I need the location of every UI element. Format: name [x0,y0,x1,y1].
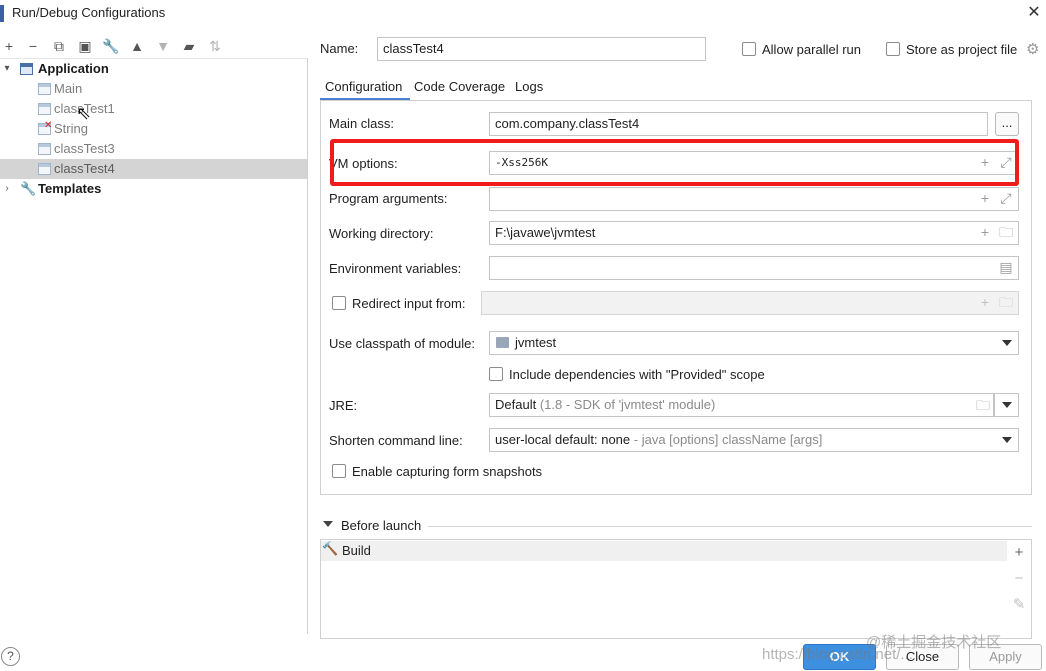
main-class-label: Main class: [329,116,395,131]
move-down-icon[interactable]: ▼ [154,37,172,55]
program-args-input[interactable] [489,187,1019,211]
shorten-hint: - java [options] className [args] [633,432,823,447]
chevron-down-icon [1002,437,1012,443]
env-vars-input[interactable] [489,256,1019,280]
wrench-icon: 🔧 [20,181,37,196]
application-icon [20,63,33,75]
expand-icon[interactable]: ⤢ [998,190,1014,206]
shorten-select[interactable]: user-local default: none - java [options… [489,428,1019,452]
list-item[interactable]: 🔨 Build [321,541,1007,561]
jre-value: Default [495,397,537,412]
working-dir-label: Working directory: [329,226,434,241]
include-deps-label: Include dependencies with "Provided" sco… [509,367,765,382]
add-icon[interactable]: + [977,224,993,240]
tab-code-coverage[interactable]: Code Coverage [414,79,505,94]
redirect-input-label: Redirect input from: [352,296,466,311]
tree-item-classtest3[interactable]: classTest3 [0,139,307,159]
tree-label: Main [54,81,83,96]
store-project-checkbox[interactable] [886,42,900,56]
tab-logs[interactable]: Logs [515,79,543,94]
class-config-icon [38,103,51,115]
store-project-label: Store as project file [906,42,1018,57]
class-config-icon [38,143,51,155]
main-class-input[interactable]: com.company.classTest4 [489,112,988,136]
capture-snapshots-label: Enable capturing form snapshots [352,464,543,479]
remove-task-button[interactable]: − [1008,568,1030,590]
tree-node-templates[interactable]: › 🔧 Templates [0,179,307,199]
section-divider [428,526,1032,527]
redirect-input-checkbox[interactable] [332,296,346,310]
gear-icon[interactable]: ⚙ [1026,40,1039,58]
jre-dropdown[interactable] [994,393,1019,417]
chevron-right-icon[interactable]: › [1,179,13,199]
add-task-button[interactable]: + [1008,542,1030,564]
classpath-select[interactable]: jvmtest [489,331,1019,355]
shorten-value: user-local default: none [495,432,631,447]
edit-task-icon[interactable]: ✎ [1008,594,1030,616]
program-args-label: Program arguments: [329,191,448,206]
jre-hint: (1.8 - SDK of 'jvmtest' module) [539,397,716,412]
move-up-icon[interactable]: ▲ [128,37,146,55]
name-label: Name: [320,41,359,56]
wrench-icon[interactable]: 🔧 [102,37,120,55]
class-config-icon [38,83,51,95]
remove-icon[interactable]: − [24,37,42,55]
chevron-down-icon [1002,340,1012,346]
mouse-cursor-icon: ⇖ [76,103,92,123]
include-deps-checkbox[interactable] [489,367,503,381]
build-icon: 🔨 [322,541,339,556]
tree-item-string[interactable]: ✕ String [0,119,307,139]
folder-icon[interactable]: 🗀 [998,224,1014,240]
sort-icon[interactable]: ⇅ [206,37,224,55]
jre-label: JRE: [329,398,358,413]
chevron-down-icon [1002,402,1012,408]
help-button[interactable]: ? [1,647,20,666]
new-folder-icon[interactable]: ▰ [180,37,198,55]
tree-item-main[interactable]: Main [0,79,307,99]
tree-item-classtest4[interactable]: classTest4 [0,159,307,179]
add-icon[interactable]: + [977,190,993,206]
watermark-brand: @稀土掘金技术社区 [866,634,1002,651]
window-title: Run/Debug Configurations [12,5,166,20]
chevron-down-icon[interactable]: ▾ [1,59,13,79]
name-input[interactable]: classTest4 [377,37,706,61]
tab-configuration[interactable]: Configuration [325,79,402,94]
add-icon: + [980,294,990,310]
allow-parallel-checkbox[interactable] [742,42,756,56]
error-icon: ✕ [44,120,53,131]
document-icon[interactable]: ▤ [998,259,1014,275]
tree-label: classTest4 [54,161,115,176]
env-vars-label: Environment variables: [329,261,462,276]
shorten-label: Shorten command line: [329,433,463,448]
classpath-value: jvmtest [515,335,557,350]
working-dir-input[interactable]: F:\javawe\jvmtest [489,221,1019,245]
build-label: Build [342,543,371,558]
highlight-box [330,139,1019,186]
tree-label: classTest3 [54,141,115,156]
tree-node-application[interactable]: ▾ Application [0,59,307,79]
folder-icon[interactable]: 🗀 [975,397,991,413]
browse-button[interactable]: ... [995,112,1019,136]
app-icon [0,5,4,22]
title-bar: Run/Debug Configurations ✕ [0,0,1046,28]
class-config-icon [38,163,51,175]
allow-parallel-label: Allow parallel run [762,42,861,57]
module-icon [496,337,509,348]
redirect-input-field [481,291,1019,315]
save-icon[interactable]: ▣ [76,37,94,55]
tree-label: Application [38,61,109,76]
close-icon[interactable]: ✕ [1024,3,1044,23]
copy-icon[interactable]: ⧉ [50,37,68,55]
capture-snapshots-checkbox[interactable] [332,464,346,478]
folder-icon: 🗀 [999,294,1013,310]
tree-label: Templates [38,181,102,196]
classpath-label: Use classpath of module: [329,336,475,351]
add-icon[interactable]: + [0,37,18,55]
chevron-down-icon[interactable] [323,521,333,527]
before-launch-label: Before launch [341,518,422,533]
jre-input[interactable]: Default (1.8 - SDK of 'jvmtest' module) [489,393,994,417]
